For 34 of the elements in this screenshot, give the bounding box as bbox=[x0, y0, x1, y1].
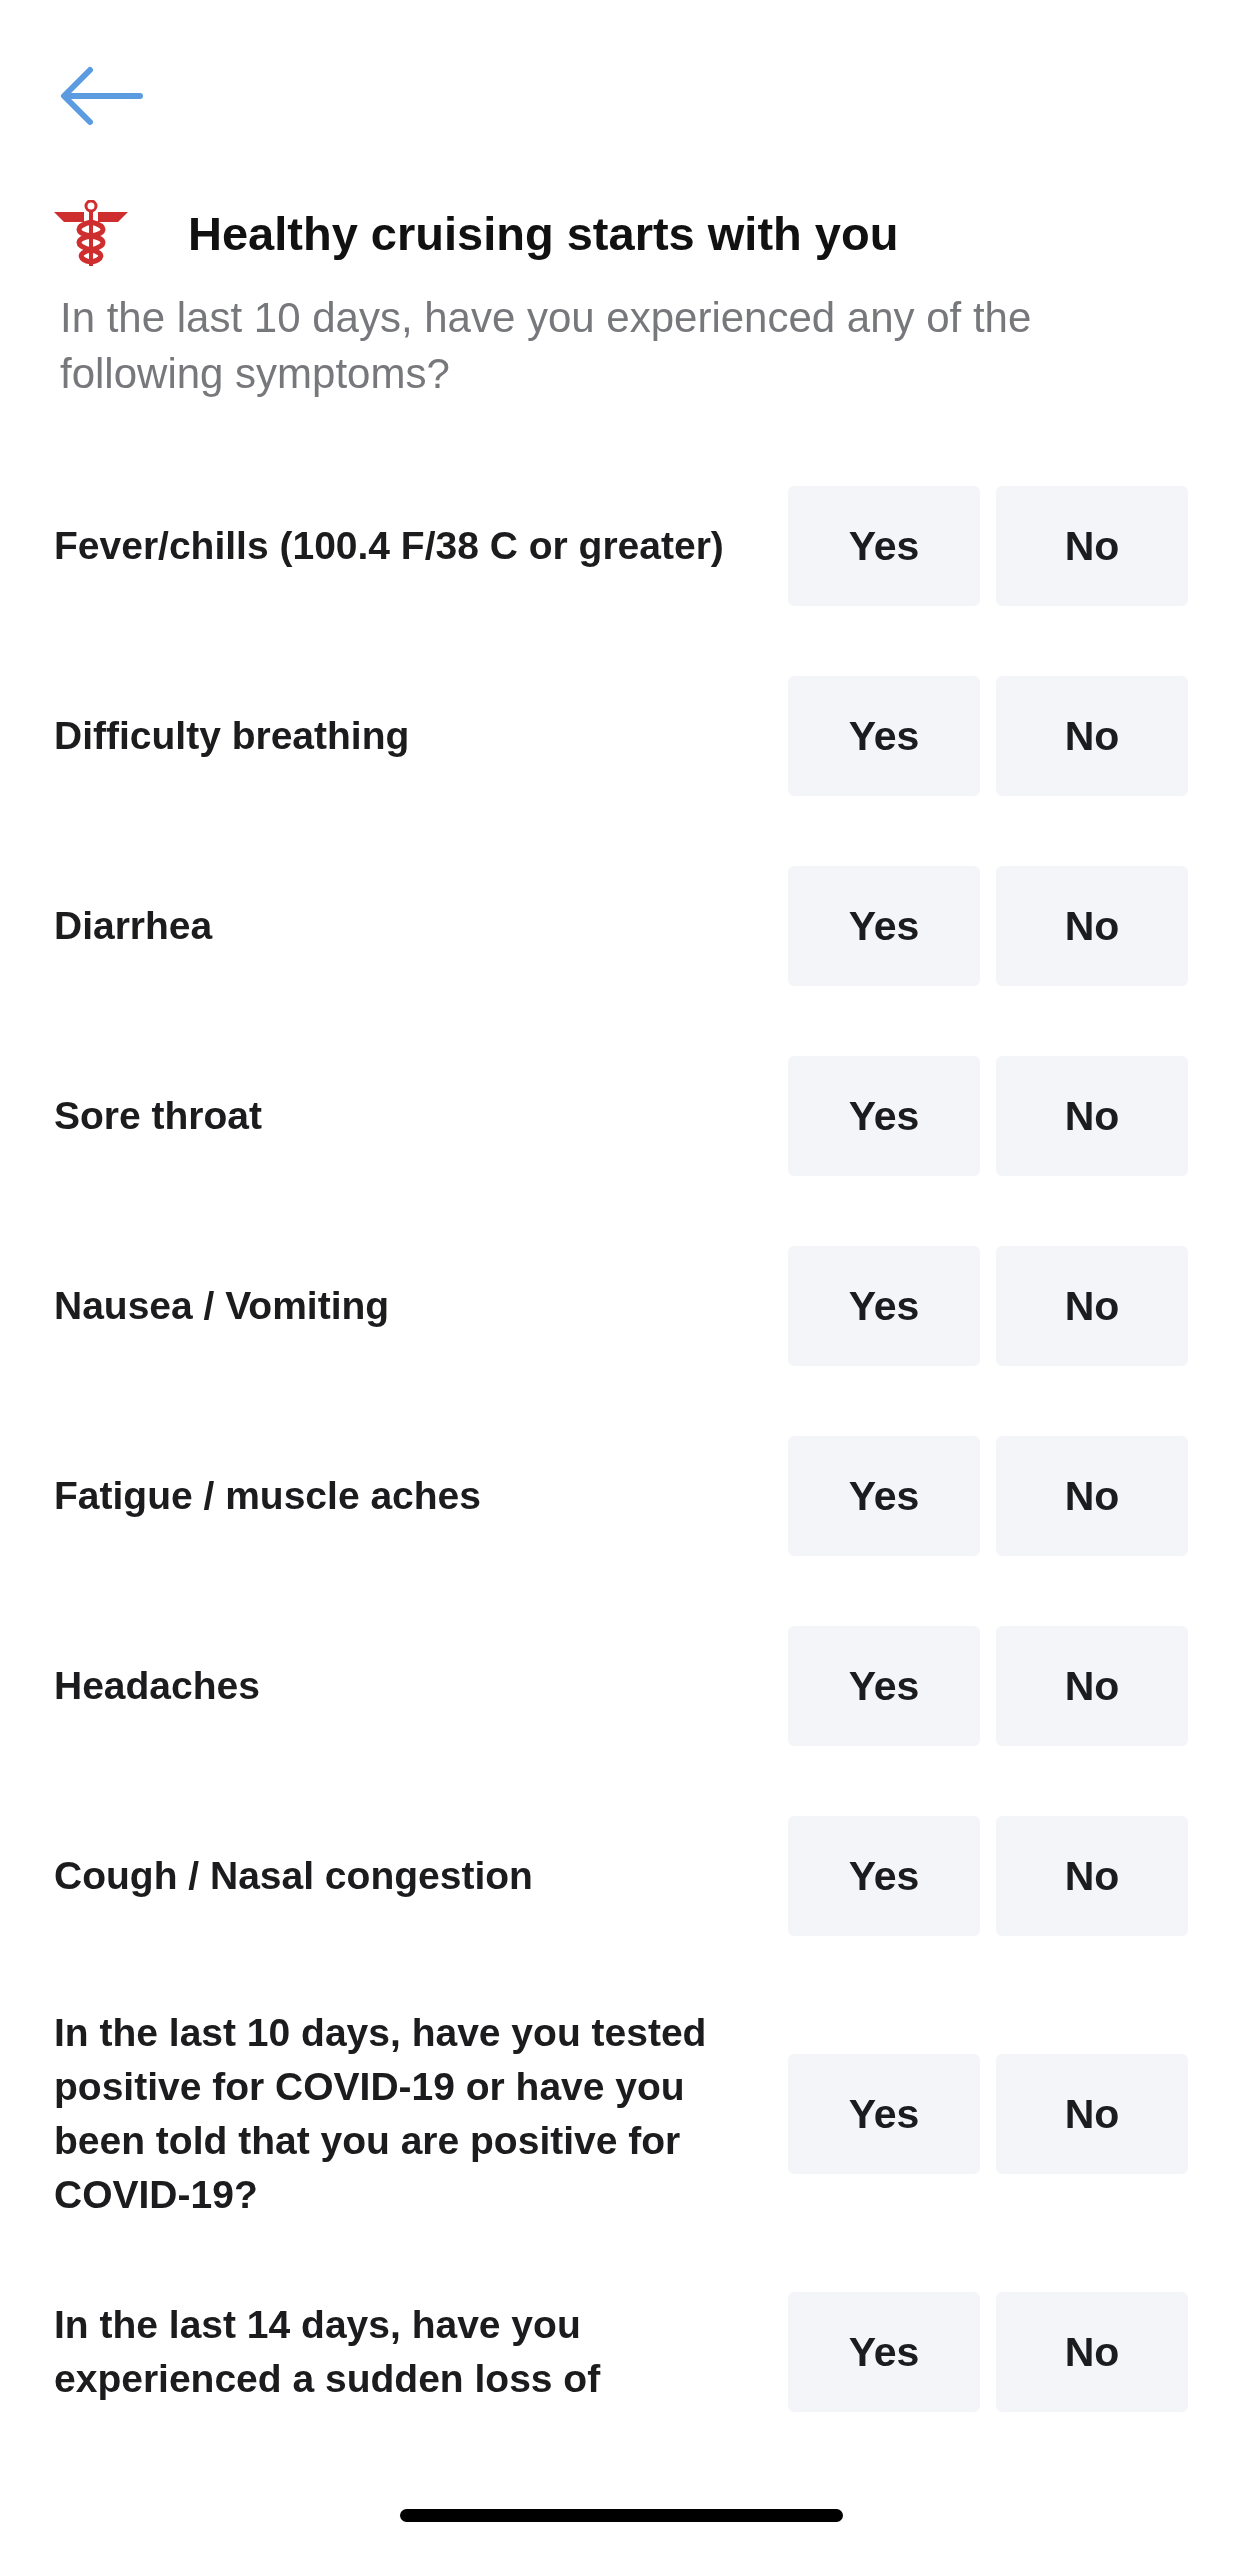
question-text: Headaches bbox=[54, 1663, 261, 1709]
answer-button[interactable]: Yes bbox=[788, 676, 980, 796]
answer-button[interactable]: Yes bbox=[788, 486, 980, 606]
question-text: Sore throat bbox=[54, 1093, 264, 1139]
answer-button[interactable]: No bbox=[996, 866, 1188, 986]
back-button[interactable] bbox=[60, 66, 144, 126]
answer-button[interactable]: No bbox=[996, 1816, 1188, 1936]
answer-button[interactable]: No bbox=[996, 2054, 1188, 2174]
answer-button[interactable]: Yes bbox=[788, 1056, 980, 1176]
answer-button[interactable]: Yes bbox=[788, 1816, 980, 1936]
answer-button[interactable]: No bbox=[996, 486, 1188, 606]
answer-button[interactable]: No bbox=[996, 2292, 1188, 2412]
question-text: Cough / Nasal congestion bbox=[54, 1853, 534, 1899]
answer-button[interactable]: Yes bbox=[788, 866, 980, 986]
answer-button[interactable]: No bbox=[996, 1056, 1188, 1176]
question-text: Diarrhea bbox=[54, 903, 214, 949]
answer-button[interactable]: No bbox=[996, 1436, 1188, 1556]
instructions-text: In the last 10 days, have you experienced any of the following symptoms? bbox=[60, 293, 1033, 399]
question-text: In the last 10 days, have you tested positive for COVID-19 or have you been told that you are positive for COVID-19? bbox=[54, 2010, 708, 2218]
answer-button[interactable]: No bbox=[996, 1626, 1188, 1746]
answer-button[interactable]: No bbox=[996, 676, 1188, 796]
caduceus-icon bbox=[54, 200, 128, 266]
answer-button[interactable]: Yes bbox=[788, 1626, 980, 1746]
answer-button[interactable]: Yes bbox=[788, 1246, 980, 1366]
answer-button[interactable]: Yes bbox=[788, 1436, 980, 1556]
question-text: Difficulty breathing bbox=[54, 713, 411, 759]
page-title: Healthy cruising starts with you bbox=[188, 205, 899, 261]
answer-button[interactable]: Yes bbox=[788, 2292, 980, 2412]
answer-button[interactable]: No bbox=[996, 1246, 1188, 1366]
answer-button[interactable]: Yes bbox=[788, 2054, 980, 2174]
question-text: Fever/chills (100.4 F/38 C or greater) bbox=[54, 523, 725, 569]
question-text: Nausea / Vomiting bbox=[54, 1283, 391, 1329]
question-text: Fatigue / muscle aches bbox=[54, 1473, 482, 1519]
question-text: In the last 14 days, have you experienced a sudden loss of bbox=[54, 2302, 602, 2402]
